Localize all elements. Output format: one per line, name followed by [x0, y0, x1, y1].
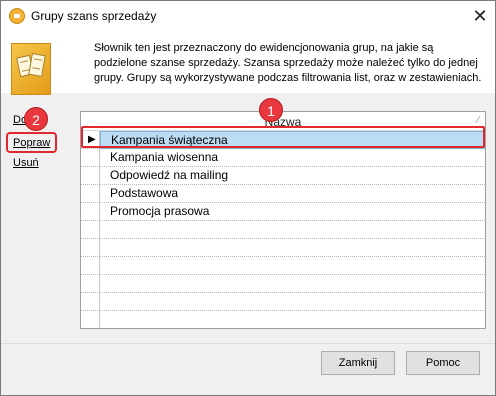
title-bar: Grupy szans sprzedaży ✕	[1, 1, 495, 31]
delete-link[interactable]: Usuń	[13, 157, 39, 169]
row-indicator[interactable]	[81, 239, 100, 257]
table-row[interactable]	[100, 221, 485, 239]
app-icon	[9, 8, 25, 24]
book-page-icon	[28, 52, 46, 78]
row-indicator[interactable]	[81, 221, 100, 239]
row-indicator[interactable]	[81, 311, 100, 328]
table-row[interactable]	[100, 257, 485, 275]
table-row[interactable]	[100, 293, 485, 311]
table-row[interactable]: Podstawowa	[100, 185, 485, 203]
row-indicator[interactable]	[81, 203, 100, 221]
row-indicator[interactable]	[81, 293, 100, 311]
close-icon[interactable]: ✕	[469, 5, 491, 27]
dialog-window: Grupy szans sprzedaży ✕ Słownik ten jest…	[0, 0, 496, 396]
table-row[interactable]	[100, 275, 485, 293]
step-badge-1: 1	[259, 98, 283, 122]
window-title: Grupy szans sprzedaży	[31, 9, 157, 23]
table-row[interactable]: Promocja prasowa	[100, 203, 485, 221]
row-indicator[interactable]	[81, 275, 100, 293]
row-indicator[interactable]	[81, 167, 100, 185]
row-indicator[interactable]	[81, 149, 100, 167]
books-icon	[11, 43, 51, 95]
dictionary-description: Słownik ten jest przeznaczony do ewidenc…	[94, 42, 482, 84]
table-row[interactable]: Odpowiedź na mailing	[100, 167, 485, 185]
step-badge-2: 2	[24, 107, 48, 131]
footer-separator	[1, 343, 495, 344]
edit-link-highlight	[6, 132, 57, 153]
table-row[interactable]	[100, 239, 485, 257]
sort-icon: ⁄	[477, 115, 479, 126]
close-button[interactable]: Zamknij	[321, 351, 395, 375]
table-row[interactable]	[100, 311, 485, 328]
row-indicator[interactable]	[81, 185, 100, 203]
table-row[interactable]: Kampania wiosenna	[100, 149, 485, 167]
row-indicator[interactable]	[81, 257, 100, 275]
selected-row-highlight	[81, 126, 485, 148]
help-button[interactable]: Pomoc	[406, 351, 480, 375]
